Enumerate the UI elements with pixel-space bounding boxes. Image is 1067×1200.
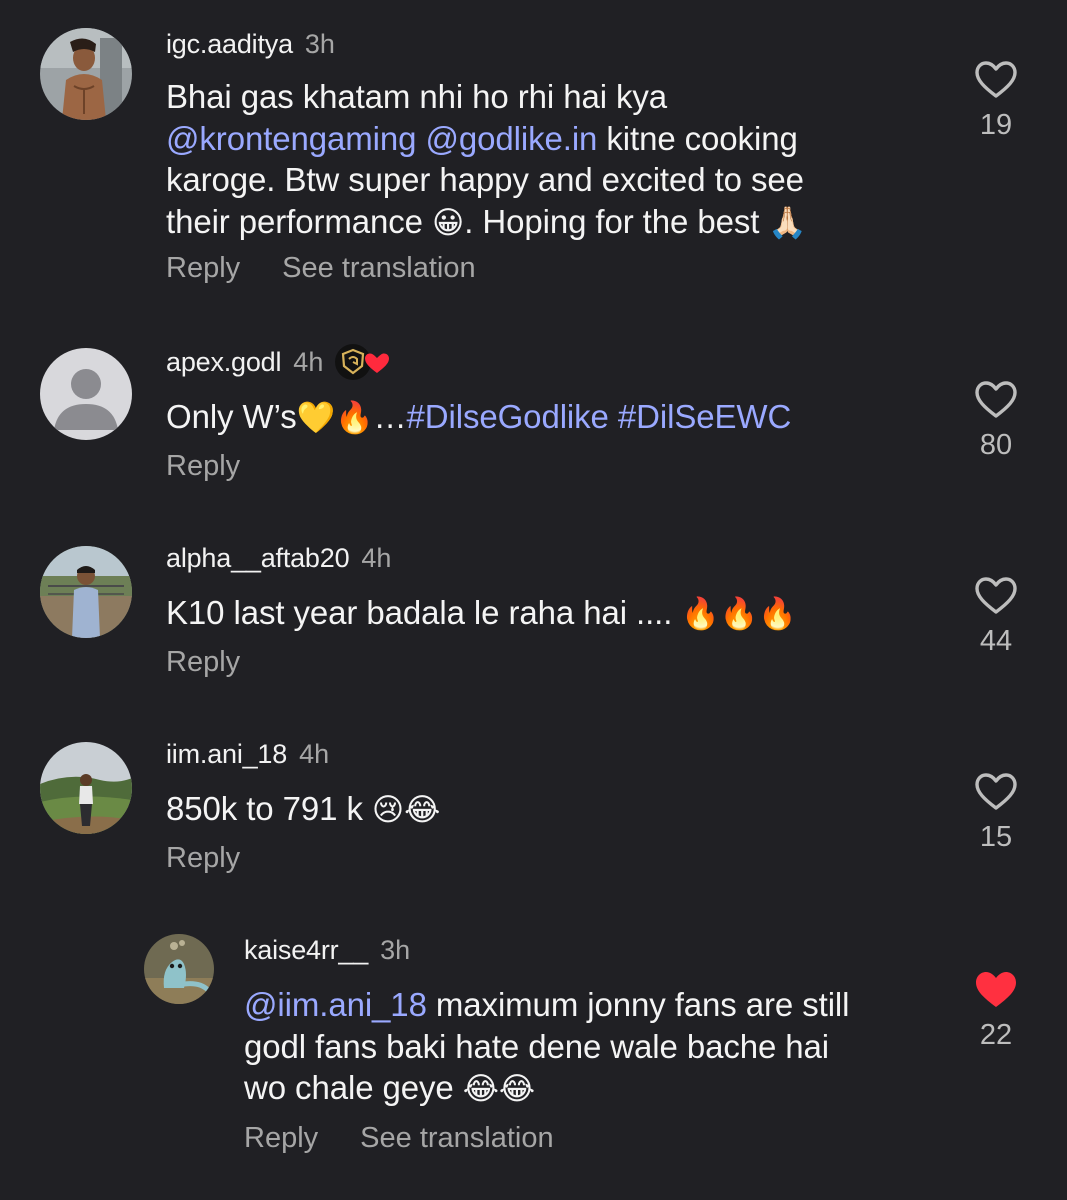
- timestamp: 3h: [304, 28, 335, 59]
- mention-link[interactable]: @iim.ani_18: [244, 986, 427, 1023]
- comment-text: Bhai gas khatam nhi ho rhi hai kya @kron…: [166, 76, 926, 243]
- grinning-emoji: 😀: [432, 204, 465, 240]
- comment-header: kaise4rr__ 3h: [244, 930, 410, 970]
- comment-text: @iim.ani_18 maximum jonny fans are still…: [244, 984, 944, 1110]
- comment-header: igc.aaditya 3h: [166, 24, 335, 64]
- comment-text-line: Only W’s: [166, 398, 297, 435]
- like-control: 19: [966, 60, 1026, 142]
- reply-button[interactable]: Reply: [166, 646, 240, 679]
- cry-laugh-emoji: 😢😂: [371, 792, 441, 827]
- see-translation-button[interactable]: See translation: [282, 252, 475, 285]
- profile-photo-man-outdoors-icon: [40, 546, 132, 638]
- comment-text-line: their performance: [166, 202, 432, 240]
- like-control: 80: [966, 380, 1026, 462]
- see-translation-button[interactable]: See translation: [360, 1122, 553, 1155]
- avatar[interactable]: [40, 28, 132, 120]
- comment-text-line: Bhai gas khatam nhi ho rhi hai kya: [166, 78, 668, 115]
- comment-header: alpha__aftab20 4h: [166, 538, 391, 578]
- like-count: 22: [979, 1019, 1013, 1051]
- fire-emoji: 🔥🔥🔥: [681, 596, 797, 631]
- heart-outline-icon[interactable]: [974, 576, 1018, 616]
- reply-button[interactable]: Reply: [166, 450, 240, 483]
- profile-photo-lizard-icon: [144, 934, 214, 1004]
- comment-actions: Reply: [166, 646, 240, 679]
- comment-header: iim.ani_18 4h: [166, 734, 329, 774]
- like-count: 80: [979, 429, 1013, 461]
- like-count: 44: [979, 625, 1013, 657]
- mention-link[interactable]: @godlike.in: [425, 120, 597, 157]
- like-count: 19: [979, 109, 1013, 141]
- mention-link[interactable]: @krontengaming: [166, 120, 417, 157]
- reply-button[interactable]: Reply: [244, 1122, 318, 1155]
- comment-text-line: 850k to 791 k: [166, 790, 372, 827]
- like-control: 22: [966, 970, 1026, 1052]
- heart-filled-icon[interactable]: [974, 970, 1018, 1010]
- timestamp: 4h: [361, 542, 392, 573]
- comment-text: Only W’s💛🔥…#DilseGodlike #DilSeEWC: [166, 396, 926, 439]
- like-count: 15: [979, 821, 1013, 853]
- timestamp: 4h: [299, 738, 330, 769]
- avatar[interactable]: [40, 348, 132, 440]
- avatar[interactable]: [40, 742, 132, 834]
- comment-text-line: K10 last year badala le raha hai ....: [166, 594, 682, 631]
- comment-actions: Reply: [166, 842, 240, 875]
- comment-text-line: wo chale geye: [244, 1069, 463, 1106]
- comment-text-line: maximum jonny fans are still: [426, 986, 850, 1023]
- reply-button[interactable]: Reply: [166, 842, 240, 875]
- hashtag-link[interactable]: #DilseGodlike: [407, 398, 609, 435]
- profile-photo-man-hills-icon: [40, 742, 132, 834]
- like-control: 44: [966, 576, 1026, 658]
- godlike-logo-heart-badge-icon: [333, 342, 391, 382]
- comment-actions: Reply See translation: [166, 252, 476, 285]
- avatar[interactable]: [144, 934, 214, 1004]
- comment-text-line: godl fans baki hate dene wale bache hai: [244, 1027, 830, 1065]
- username[interactable]: iim.ani_18: [166, 739, 287, 770]
- comment-header: apex.godl 4h: [166, 342, 391, 382]
- username[interactable]: alpha__aftab20: [166, 543, 350, 574]
- comments-list: igc.aaditya 3h Bhai gas khatam nhi ho rh…: [0, 0, 1067, 1200]
- comment-actions: Reply See translation: [244, 1122, 554, 1155]
- heart-outline-icon[interactable]: [974, 60, 1018, 100]
- timestamp: 4h: [293, 346, 324, 377]
- comment-text-line: karoge. Btw super happy and excited to s…: [166, 161, 804, 198]
- like-control: 15: [966, 772, 1026, 854]
- comment-text-line: . Hoping for the best: [464, 202, 769, 240]
- profile-photo-shirtless-man-icon: [40, 28, 132, 120]
- reply-button[interactable]: Reply: [166, 252, 240, 285]
- username[interactable]: igc.aaditya: [166, 29, 293, 60]
- folded-hands-emoji: 🙏🏻: [768, 204, 807, 240]
- laughing-tears-emoji: 😂😂: [462, 1071, 535, 1106]
- comment-actions: Reply: [166, 450, 240, 483]
- comment-text-line: kitne cooking: [597, 119, 798, 157]
- ellipsis-text: …: [373, 398, 407, 435]
- default-profile-icon: [40, 348, 132, 440]
- heart-fire-emoji: 💛🔥: [296, 400, 374, 435]
- avatar[interactable]: [40, 546, 132, 638]
- comment-text: K10 last year badala le raha hai .... 🔥🔥…: [166, 592, 926, 635]
- hashtag-link[interactable]: #DilSeEWC: [618, 398, 791, 435]
- username[interactable]: apex.godl: [166, 347, 281, 378]
- username[interactable]: kaise4rr__: [244, 935, 368, 966]
- heart-outline-icon[interactable]: [974, 380, 1018, 420]
- timestamp: 3h: [380, 934, 411, 965]
- comment-text: 850k to 791 k 😢😂: [166, 788, 926, 831]
- heart-outline-icon[interactable]: [974, 772, 1018, 812]
